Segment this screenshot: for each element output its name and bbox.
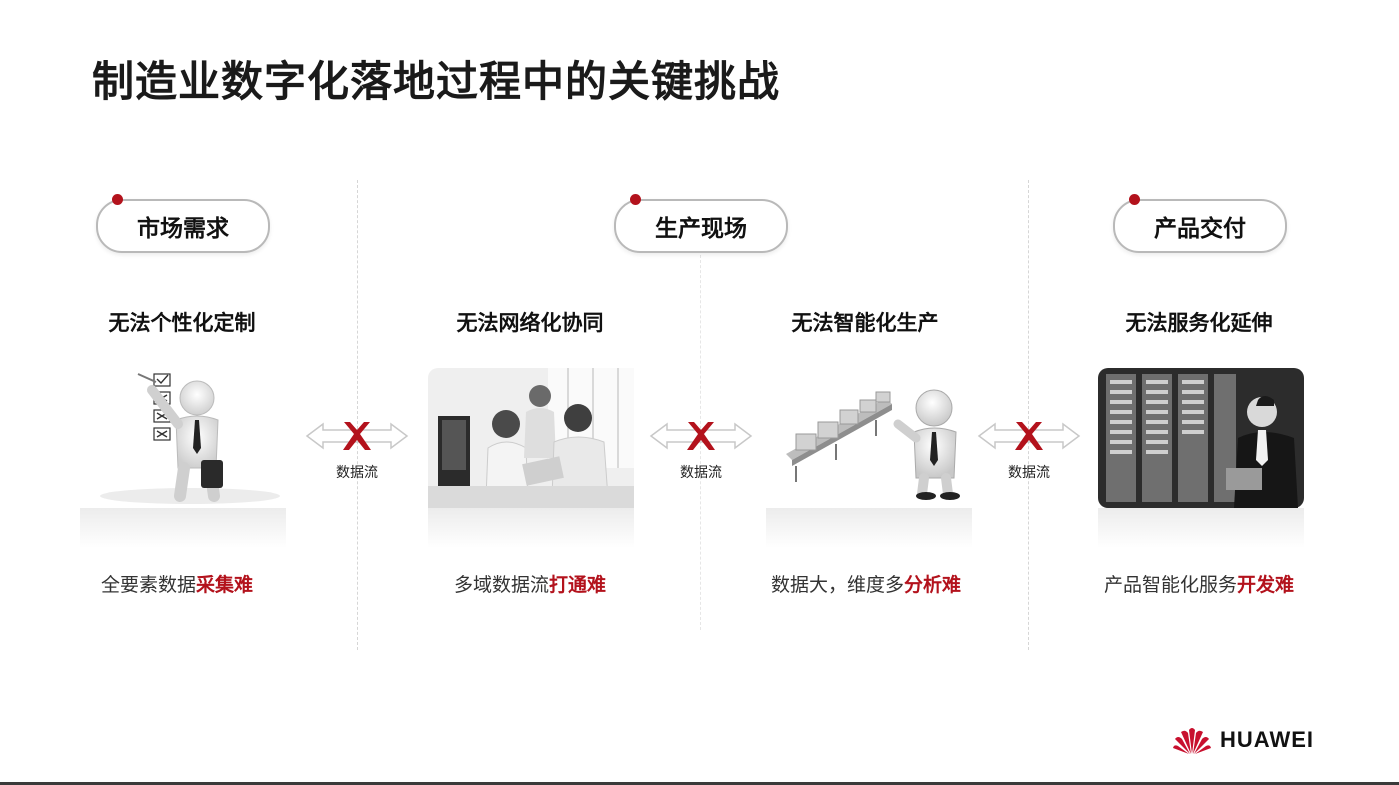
page-title: 制造业数字化落地过程中的关键挑战: [92, 57, 781, 106]
red-dot-icon: [112, 194, 123, 205]
server-room-image: [1098, 368, 1304, 508]
image-reflection: [766, 508, 972, 548]
caption-highlight: 打通难: [549, 574, 607, 596]
red-dot-icon: [1129, 194, 1140, 205]
huawei-petal-icon: [1173, 728, 1211, 754]
blocked-flow-icon: [977, 422, 1081, 450]
challenge-title: 无法服务化延伸: [1125, 311, 1273, 335]
challenge-title: 无法网络化协同: [456, 311, 604, 335]
image-reflection: [428, 508, 634, 548]
section-pill-delivery: 产品交付: [1113, 194, 1287, 253]
red-dot-icon: [630, 194, 641, 205]
data-flow-connector: 数据流: [975, 414, 1083, 484]
data-flow-label: 数据流: [336, 465, 378, 481]
data-flow-label: 数据流: [1008, 465, 1050, 481]
challenge-caption: 产品智能化服务开发难: [1049, 570, 1349, 597]
challenge-caption: 全要素数据采集难: [27, 570, 327, 597]
image-reflection: [80, 508, 286, 548]
businessman-checklist-image: [80, 368, 286, 508]
blocked-flow-icon: [649, 422, 753, 450]
image-reflection: [1098, 508, 1304, 548]
team-meeting-image: [428, 368, 634, 508]
data-flow-connector: 数据流: [303, 414, 411, 484]
logo-text: HUAWEI: [1220, 727, 1314, 752]
caption-highlight: 分析难: [904, 574, 962, 596]
caption-text: 多域数据流: [453, 574, 549, 596]
section-label: 产品交付: [1154, 216, 1246, 242]
caption-text: 产品智能化服务: [1103, 574, 1237, 596]
section-label: 生产现场: [655, 216, 747, 242]
data-flow-label: 数据流: [680, 465, 722, 481]
challenge-caption: 多域数据流打通难: [380, 570, 680, 597]
conveyor-figure-image: [766, 368, 972, 508]
section-pill-production: 生产现场: [614, 194, 788, 253]
challenge-caption: 数据大，维度多分析难: [716, 570, 1016, 597]
data-flow-connector: 数据流: [647, 414, 755, 484]
caption-highlight: 采集难: [196, 574, 254, 596]
blocked-flow-icon: [305, 422, 409, 450]
caption-text: 数据大，维度多: [770, 574, 904, 596]
challenge-title: 无法个性化定制: [108, 311, 256, 335]
challenge-title: 无法智能化生产: [791, 311, 939, 335]
section-pill-market: 市场需求: [96, 194, 270, 253]
caption-text: 全要素数据: [100, 574, 196, 596]
section-label: 市场需求: [137, 216, 229, 242]
huawei-logo: HUAWEI: [1172, 724, 1314, 756]
caption-highlight: 开发难: [1237, 574, 1295, 596]
